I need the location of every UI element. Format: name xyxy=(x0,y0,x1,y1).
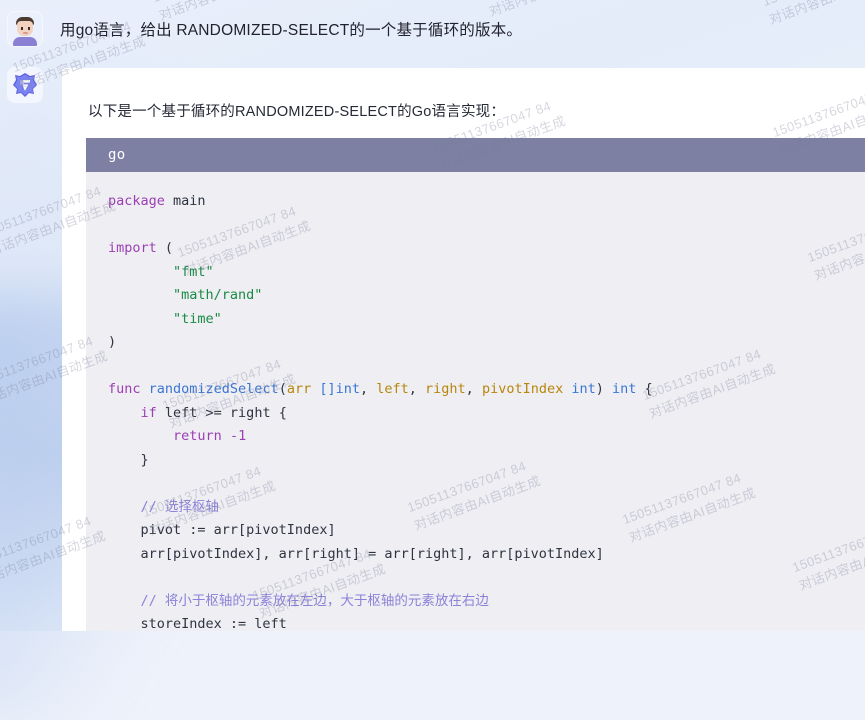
code-token: ( xyxy=(164,240,174,256)
code-token: ) xyxy=(108,334,117,350)
assistant-message-row: 以下是一个基于循环的RANDOMIZED-SELECT的Go语言实现： go p… xyxy=(0,62,865,631)
code-line: return -1 xyxy=(108,425,865,449)
code-token: } xyxy=(108,451,149,468)
code-token: { xyxy=(636,381,653,397)
code-token: , xyxy=(465,381,482,397)
code-token: left >= right { xyxy=(156,404,287,421)
code-token: -1 xyxy=(229,428,247,444)
code-token: int xyxy=(571,381,596,397)
user-message-row: 用go语言，给出 RANDOMIZED-SELECT的一个基于循环的版本。 xyxy=(0,0,865,57)
avatar-eye-left xyxy=(21,26,23,30)
code-token: , xyxy=(408,381,426,397)
code-line: // 选择枢轴 xyxy=(108,496,865,520)
code-token: int xyxy=(612,381,637,397)
code-line: import ( xyxy=(108,237,865,261)
code-line: ) xyxy=(108,331,865,355)
code-token: // 选择枢轴 xyxy=(140,498,219,515)
code-token: // 将小于枢轴的元素放在左边，大于枢轴的元素放在右边 xyxy=(140,592,489,609)
code-block-body[interactable]: package main import ( "fmt" "math/rand" … xyxy=(86,172,865,631)
code-block-header: go xyxy=(86,138,865,172)
assistant-logo-icon xyxy=(13,73,37,97)
code-line: "fmt" xyxy=(108,261,865,285)
code-token: pivotIndex xyxy=(481,381,572,397)
code-line: package main xyxy=(108,190,865,214)
code-line: pivot := arr[pivotIndex] xyxy=(108,519,865,543)
user-avatar xyxy=(8,11,42,46)
code-token: right xyxy=(425,381,466,397)
code-token: "fmt" xyxy=(173,263,214,280)
code-token: return xyxy=(173,428,222,444)
code-token: "math/rand" xyxy=(173,287,263,303)
code-line: "time" xyxy=(108,308,865,332)
code-token: storeIndex := left xyxy=(108,616,287,631)
code-token: , xyxy=(359,381,377,397)
code-line: // 将小于枢轴的元素放在左边，大于枢轴的元素放在右边 xyxy=(108,590,865,614)
code-token: left xyxy=(376,381,409,397)
code-token: func xyxy=(108,381,149,397)
code-token: []int xyxy=(319,381,360,397)
code-token: if xyxy=(140,404,157,421)
code-token: import xyxy=(108,240,165,256)
code-language-label: go xyxy=(108,147,126,163)
code-token: ) xyxy=(595,381,612,397)
assistant-answer-panel: 以下是一个基于循环的RANDOMIZED-SELECT的Go语言实现： go p… xyxy=(62,68,865,631)
code-line: func randomizedSelect(arr []int, left, r… xyxy=(108,378,865,402)
code-token: pivot := arr[pivotIndex] xyxy=(108,522,336,538)
avatar-shirt xyxy=(13,36,37,46)
code-token: main xyxy=(173,193,206,209)
avatar-eye-right xyxy=(28,26,30,30)
code-line: if left >= right { xyxy=(108,402,865,426)
code-token: "time" xyxy=(173,310,222,327)
code-token: arr[pivotIndex], arr[right] = arr[right]… xyxy=(108,545,604,562)
code-line: "math/rand" xyxy=(108,284,865,308)
code-line: } xyxy=(108,449,865,473)
avatar-mouth xyxy=(23,31,28,34)
code-line: arr[pivotIndex], arr[right] = arr[right]… xyxy=(108,543,865,567)
user-message-text: 用go语言，给出 RANDOMIZED-SELECT的一个基于循环的版本。 xyxy=(60,21,523,39)
code-block: go package main import ( "fmt" "math/ran… xyxy=(86,138,865,631)
assistant-intro-text: 以下是一个基于循环的RANDOMIZED-SELECT的Go语言实现： xyxy=(88,104,506,120)
code-line: storeIndex := left xyxy=(108,613,865,631)
code-token: package xyxy=(108,193,174,209)
code-token: ( xyxy=(278,381,287,397)
code-token: arr xyxy=(286,381,320,397)
assistant-avatar xyxy=(8,68,42,102)
code-token: randomizedSelect xyxy=(148,381,279,397)
